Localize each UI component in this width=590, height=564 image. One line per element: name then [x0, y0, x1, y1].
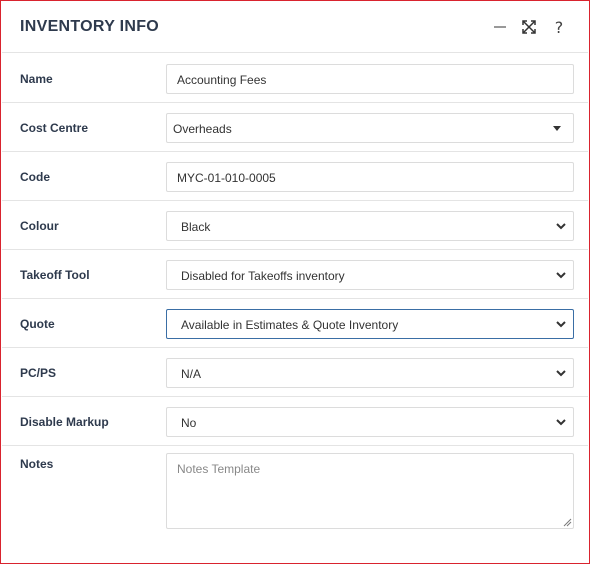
colour-value: Black — [181, 220, 211, 234]
row-notes: Notes Notes Template — [2, 446, 588, 556]
takeoff-tool-label: Takeoff Tool — [20, 268, 90, 282]
disable-markup-value: No — [181, 416, 197, 430]
notes-placeholder: Notes Template — [177, 462, 261, 476]
row-takeoff-tool: Takeoff Tool Disabled for Takeoffs inven… — [2, 250, 588, 299]
minimize-button[interactable] — [488, 14, 512, 40]
form-rows: Name Accounting Fees Cost Centre Overhea… — [2, 54, 588, 556]
quote-value: Available in Estimates & Quote Inventory — [181, 318, 399, 332]
row-colour: Colour Black — [2, 201, 588, 250]
pcps-select[interactable]: N/A — [166, 358, 574, 388]
notes-label: Notes — [20, 457, 54, 471]
row-code: Code MYC-01-010-0005 — [2, 152, 588, 201]
page-title: INVENTORY INFO — [20, 18, 160, 35]
chevron-down-icon — [556, 272, 566, 279]
cost-centre-value: Overheads — [173, 122, 232, 136]
name-input[interactable]: Accounting Fees — [166, 64, 574, 94]
pcps-label: PC/PS — [20, 366, 57, 380]
help-button[interactable]: ? — [547, 14, 571, 40]
cost-centre-dropdown[interactable]: Overheads — [166, 113, 574, 143]
name-label: Name — [20, 72, 53, 86]
pcps-value: N/A — [181, 367, 202, 381]
panel-header: INVENTORY INFO ? — [2, 2, 588, 53]
takeoff-tool-value: Disabled for Takeoffs inventory — [181, 269, 345, 283]
chevron-down-icon — [556, 370, 566, 377]
notes-textarea[interactable]: Notes Template — [166, 453, 574, 529]
chevron-down-icon — [556, 419, 566, 426]
row-name: Name Accounting Fees — [2, 54, 588, 103]
row-quote: Quote Available in Estimates & Quote Inv… — [2, 299, 588, 348]
colour-label: Colour — [20, 219, 59, 233]
chevron-down-icon — [556, 223, 566, 230]
chevron-down-icon — [556, 321, 566, 328]
name-value: Accounting Fees — [177, 73, 267, 87]
resize-handle-icon[interactable] — [563, 518, 572, 527]
row-cost-centre: Cost Centre Overheads — [2, 103, 588, 152]
quote-select[interactable]: Available in Estimates & Quote Inventory — [166, 309, 574, 339]
row-pcps: PC/PS N/A — [2, 348, 588, 397]
code-input[interactable]: MYC-01-010-0005 — [166, 162, 574, 192]
caret-down-icon — [553, 126, 561, 131]
help-icon: ? — [554, 17, 564, 37]
code-label: Code — [20, 170, 50, 184]
code-value: MYC-01-010-0005 — [177, 171, 276, 185]
disable-markup-select[interactable]: No — [166, 407, 574, 437]
expand-icon — [522, 20, 536, 34]
disable-markup-label: Disable Markup — [20, 415, 109, 429]
quote-label: Quote — [20, 317, 55, 331]
cost-centre-label: Cost Centre — [20, 121, 89, 135]
colour-select[interactable]: Black — [166, 211, 574, 241]
row-disable-markup: Disable Markup No — [2, 397, 588, 446]
takeoff-tool-select[interactable]: Disabled for Takeoffs inventory — [166, 260, 574, 290]
minimize-icon — [494, 26, 506, 28]
expand-button[interactable] — [517, 14, 541, 40]
inventory-info-panel: INVENTORY INFO ? Name Accounting Fees Co… — [0, 0, 590, 564]
